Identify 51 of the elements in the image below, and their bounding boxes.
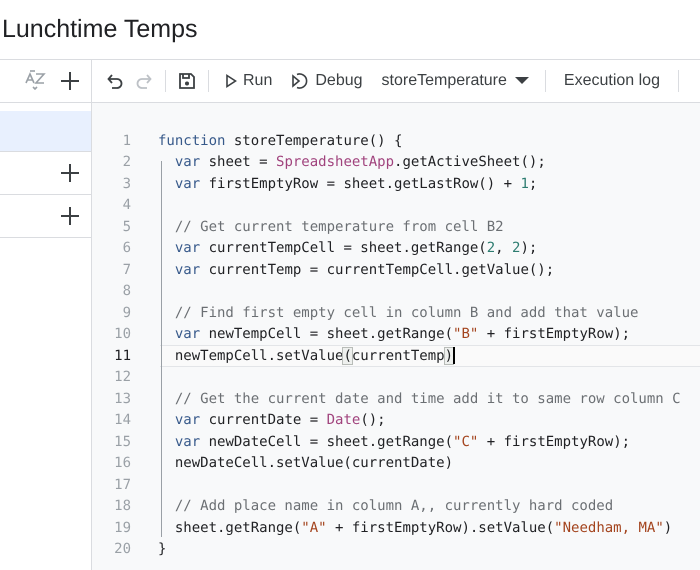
line-number: 11 <box>113 348 131 364</box>
line-number: 7 <box>122 262 131 278</box>
code-line: function storeTemperature() { <box>158 132 402 149</box>
add-icon[interactable] <box>60 206 80 226</box>
code-line: var newDateCell = sheet.getRange("C" + firstEmptyRow); <box>174 434 630 450</box>
code-line: // Add place name in column A,, currently hard coded <box>174 498 614 514</box>
run-button[interactable]: Run <box>221 68 276 94</box>
code-line: var currentTemp = currentTempCell.getValue(); <box>174 262 554 278</box>
line-number: 16 <box>113 455 131 472</box>
add-icon[interactable] <box>60 71 80 91</box>
text-cursor <box>453 347 456 364</box>
line-number: 10 <box>113 326 131 342</box>
sort-icon[interactable] <box>24 69 46 93</box>
line-number: 4 <box>122 197 131 214</box>
save-icon[interactable] <box>178 72 196 90</box>
caret-icon <box>514 77 529 85</box>
code-line: newDateCell.setValue(currentDate) <box>174 455 454 472</box>
line-number: 20 <box>113 541 131 558</box>
execution-log-button[interactable]: Execution log <box>558 68 666 94</box>
code-line: var firstEmptyRow = sheet.getLastRow() + 1; <box>174 176 538 192</box>
line-number: 5 <box>122 218 131 235</box>
line-number: 3 <box>122 176 131 192</box>
line-number: 1 <box>122 132 131 149</box>
code-line: var currentDate = Date(); <box>174 412 386 428</box>
code-line: // Get the current date and time add it to same row column C <box>174 390 681 407</box>
code-line: // Get current temperature from cell B2 <box>174 218 504 235</box>
line-number: 19 <box>113 520 131 536</box>
code-line: var newTempCell = sheet.getRange("B" + firstEmptyRow); <box>174 326 630 342</box>
code-line: sheet.getRange("A" + firstEmptyRow).setValue("Needham, MA") <box>174 520 672 536</box>
line-number: 15 <box>113 434 131 450</box>
code-line: var sheet = SpreadsheetApp.getActiveSheet(); <box>174 154 546 170</box>
undo-icon[interactable] <box>106 73 124 89</box>
line-number: 17 <box>113 476 131 493</box>
debug-icon <box>291 72 310 90</box>
line-number: 18 <box>113 498 131 514</box>
line-number: 9 <box>122 304 131 321</box>
line-number: 13 <box>113 390 131 407</box>
line-number: 2 <box>122 154 131 170</box>
project-title: Lunchtime Temps <box>1 15 198 44</box>
line-number: 14 <box>113 412 131 428</box>
debug-button[interactable]: Debug <box>287 68 367 94</box>
code-line: // Find first empty cell in column B and add that value <box>174 304 638 321</box>
line-number: 6 <box>122 240 131 256</box>
line-number: 8 <box>122 283 131 300</box>
code-line: var currentTempCell = sheet.getRange(2, 2); <box>174 240 538 256</box>
function-dropdown[interactable]: storeTemperature <box>378 68 533 94</box>
play-icon <box>225 74 237 88</box>
code-line: newTempCell.setValue(currentTemp) <box>174 348 454 364</box>
add-icon[interactable] <box>60 163 80 183</box>
code-line: } <box>158 541 166 558</box>
line-number: 12 <box>113 369 131 386</box>
